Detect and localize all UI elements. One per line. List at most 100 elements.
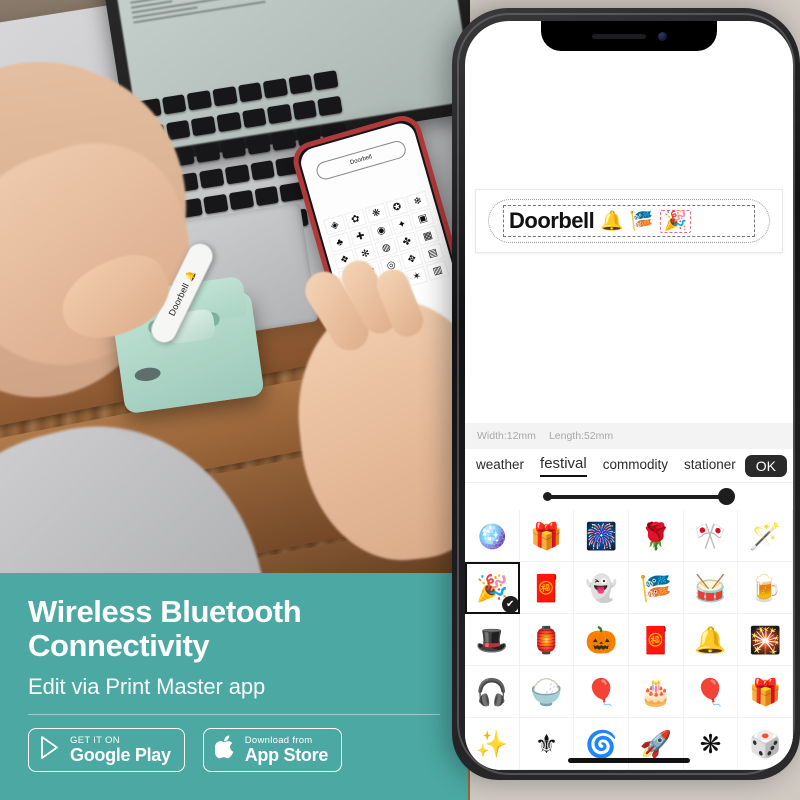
sticker-cell-fleur-ornament[interactable]: ⚜ [519, 718, 575, 770]
sticker-cell-gift-box[interactable]: 🎁 [738, 666, 793, 718]
scroll-banner-icon: 🎌 [694, 520, 727, 551]
sticker-cell-heart-gift-box[interactable]: 🎁 [519, 510, 575, 562]
sticker-cell-beer-mug[interactable]: 🍺 [738, 562, 793, 614]
ghost-icon: 👻 [584, 572, 618, 603]
sticker-cell-sparkler[interactable]: ✨ [465, 718, 520, 770]
sticker-cell-star-burst[interactable]: ❋ [683, 718, 739, 770]
app-store-badge[interactable]: Download from App Store [202, 728, 343, 773]
beer-mug-icon: 🍺 [748, 572, 782, 603]
sticker-cell-fu-lucky-charm[interactable]: 🧧 [519, 562, 575, 614]
tab-festival[interactable]: festival [540, 455, 587, 477]
gift-box-icon: 🎁 [748, 676, 782, 707]
party-popper-icon: 🎉 [476, 573, 509, 603]
confetti-swirl-icon: 🌀 [584, 728, 618, 759]
sparkler-icon: ✨ [475, 728, 509, 759]
label-outline: Doorbell 🔔 🎏 🎉 [488, 199, 770, 243]
category-scroll-indicator[interactable] [465, 483, 793, 510]
sticker-cell-firework-burst[interactable]: 🎇 [738, 614, 793, 666]
app-store-badge-label: App Store [244, 744, 329, 765]
bunting-flags-icon[interactable]: 🎏 [630, 212, 654, 231]
sticker-cell-party-popper[interactable]: 🎉 ✔ [465, 562, 520, 614]
selected-sticker-party-popper[interactable]: 🎉 [659, 209, 692, 233]
paper-lantern-icon: 🏮 [530, 624, 563, 655]
slider-track[interactable] [547, 494, 727, 499]
balloons-icon: 🎈 [694, 676, 727, 707]
star-burst-icon: ❋ [699, 728, 722, 759]
promo-banner: Wireless Bluetooth Connectivity Edit via… [0, 573, 468, 800]
disco-ball-icon: 🪩 [475, 520, 509, 551]
tab-stationer[interactable]: stationer [684, 457, 736, 475]
sticker-cell-dj-turntable[interactable]: 🎧 [465, 666, 520, 718]
drum-icon: 🥁 [694, 572, 727, 603]
phone-screen: Doorbell 🔔 🎏 🎉 Width:12mm Length:52mm we… [465, 21, 793, 770]
front-camera-icon [657, 31, 667, 41]
label-width: Width:12mm [477, 430, 536, 442]
bell-icon: 🔔 [182, 268, 197, 283]
sticker-cell-disco-ball[interactable]: 🪩 [465, 510, 520, 562]
slider-thumb[interactable] [718, 488, 735, 505]
heart-gift-box-icon: 🎁 [530, 520, 563, 551]
banner-headline-line2: Connectivity [28, 628, 210, 664]
fleur-ornament-icon: ⚜ [534, 728, 559, 759]
store-badges: GET IT ON Google Play Download from App … [28, 728, 440, 773]
home-indicator [568, 758, 690, 763]
label-preview-area: Doorbell 🔔 🎏 🎉 [465, 21, 793, 253]
sticker-cell-scroll-banner[interactable]: 🎌 [683, 510, 739, 562]
banner-divider [28, 714, 440, 716]
banner-subhead: Edit via Print Master app [28, 674, 266, 700]
ok-button[interactable]: OK [744, 455, 787, 477]
sticker-cell-crossed-fireworks[interactable]: 🎆 [574, 510, 629, 562]
balloon-pair-icon: 🎈 [584, 676, 618, 707]
sticker-cell-red-envelopes[interactable]: 🧧 [629, 614, 684, 666]
bell-icon[interactable]: 🔔 [600, 212, 624, 231]
sticker-cell-paper-lantern[interactable]: 🏮 [519, 614, 575, 666]
sticker-cell-pumpkin[interactable]: 🎃 [574, 614, 629, 666]
phone-mockup: Doorbell 🔔 🎏 🎉 Width:12mm Length:52mm we… [452, 8, 800, 780]
pumpkin-icon: 🎃 [584, 624, 618, 655]
bunting-flags-icon: 🎏 [639, 572, 673, 603]
label-content-box[interactable]: Doorbell 🔔 🎏 🎉 [503, 205, 755, 237]
sticker-cell-gold-ingot[interactable]: 🍚 [519, 666, 575, 718]
sticker-cell-balloons[interactable]: 🎈 [683, 666, 739, 718]
category-tabs: weather festival commodity stationer OK [465, 449, 793, 483]
earpiece-speaker-icon [591, 33, 646, 39]
dice-icon: 🎲 [748, 728, 782, 759]
tab-weather[interactable]: weather [476, 457, 524, 475]
dj-turntable-icon: 🎧 [475, 676, 509, 707]
sticker-icon-grid[interactable]: 🪩 🎁 🎆 🌹 🎌 🪄 🎉 ✔ 🧧 👻 🎏 🥁 🍺 🎩 🏮 🎃 🧧 🔔 🎇 🎧 🍚 🎈 🎂 🎈 🎁 ✨ ⚜ 🌀 🚀 ❋ 🎲 [465, 510, 793, 770]
apple-icon [214, 735, 236, 765]
crossed-fireworks-icon: 🎆 [584, 520, 618, 551]
label-preview-card[interactable]: Doorbell 🔔 🎏 🎉 [475, 189, 783, 253]
red-envelopes-icon: 🧧 [639, 624, 673, 655]
label-dimensions: Width:12mm Length:52mm [465, 423, 793, 449]
sticker-cell-magic-wand[interactable]: 🪄 [738, 510, 793, 562]
magic-hat-rabbit-icon: 🎩 [475, 624, 509, 655]
tab-commodity[interactable]: commodity [603, 457, 668, 475]
held-phone-label-preview: Doorbell [314, 138, 408, 182]
google-play-icon [40, 736, 61, 764]
gold-ingot-icon: 🍚 [530, 676, 563, 707]
label-text[interactable]: Doorbell [509, 208, 595, 234]
magic-wand-icon: 🪄 [748, 520, 782, 551]
rose-icon: 🌹 [639, 520, 673, 551]
sticker-cell-ghost[interactable]: 👻 [574, 562, 629, 614]
sticker-cell-birthday-cake[interactable]: 🎂 [629, 666, 684, 718]
firework-burst-icon: 🎇 [748, 624, 782, 655]
label-length: Length:52mm [548, 430, 614, 442]
google-play-badge[interactable]: GET IT ON Google Play [28, 728, 185, 773]
phone-notch [541, 21, 717, 51]
sticker-cell-bell[interactable]: 🔔 [683, 614, 739, 666]
sticker-cell-magic-hat-rabbit[interactable]: 🎩 [465, 614, 520, 666]
banner-headline: Wireless Bluetooth Connectivity [28, 594, 440, 664]
sticker-cell-bunting-flags[interactable]: 🎏 [629, 562, 684, 614]
birthday-cake-icon: 🎂 [639, 676, 673, 707]
fu-lucky-charm-icon: 🧧 [530, 572, 563, 603]
banner-headline-line1: Wireless Bluetooth [28, 594, 302, 629]
sticker-cell-rose[interactable]: 🌹 [629, 510, 684, 562]
google-play-badge-label: Google Play [70, 744, 171, 765]
sticker-cell-balloon-pair[interactable]: 🎈 [574, 666, 629, 718]
sticker-cell-drum[interactable]: 🥁 [683, 562, 739, 614]
rocket-icon: 🚀 [639, 728, 673, 759]
bell-icon: 🔔 [694, 624, 727, 655]
sticker-cell-dice[interactable]: 🎲 [738, 718, 793, 770]
